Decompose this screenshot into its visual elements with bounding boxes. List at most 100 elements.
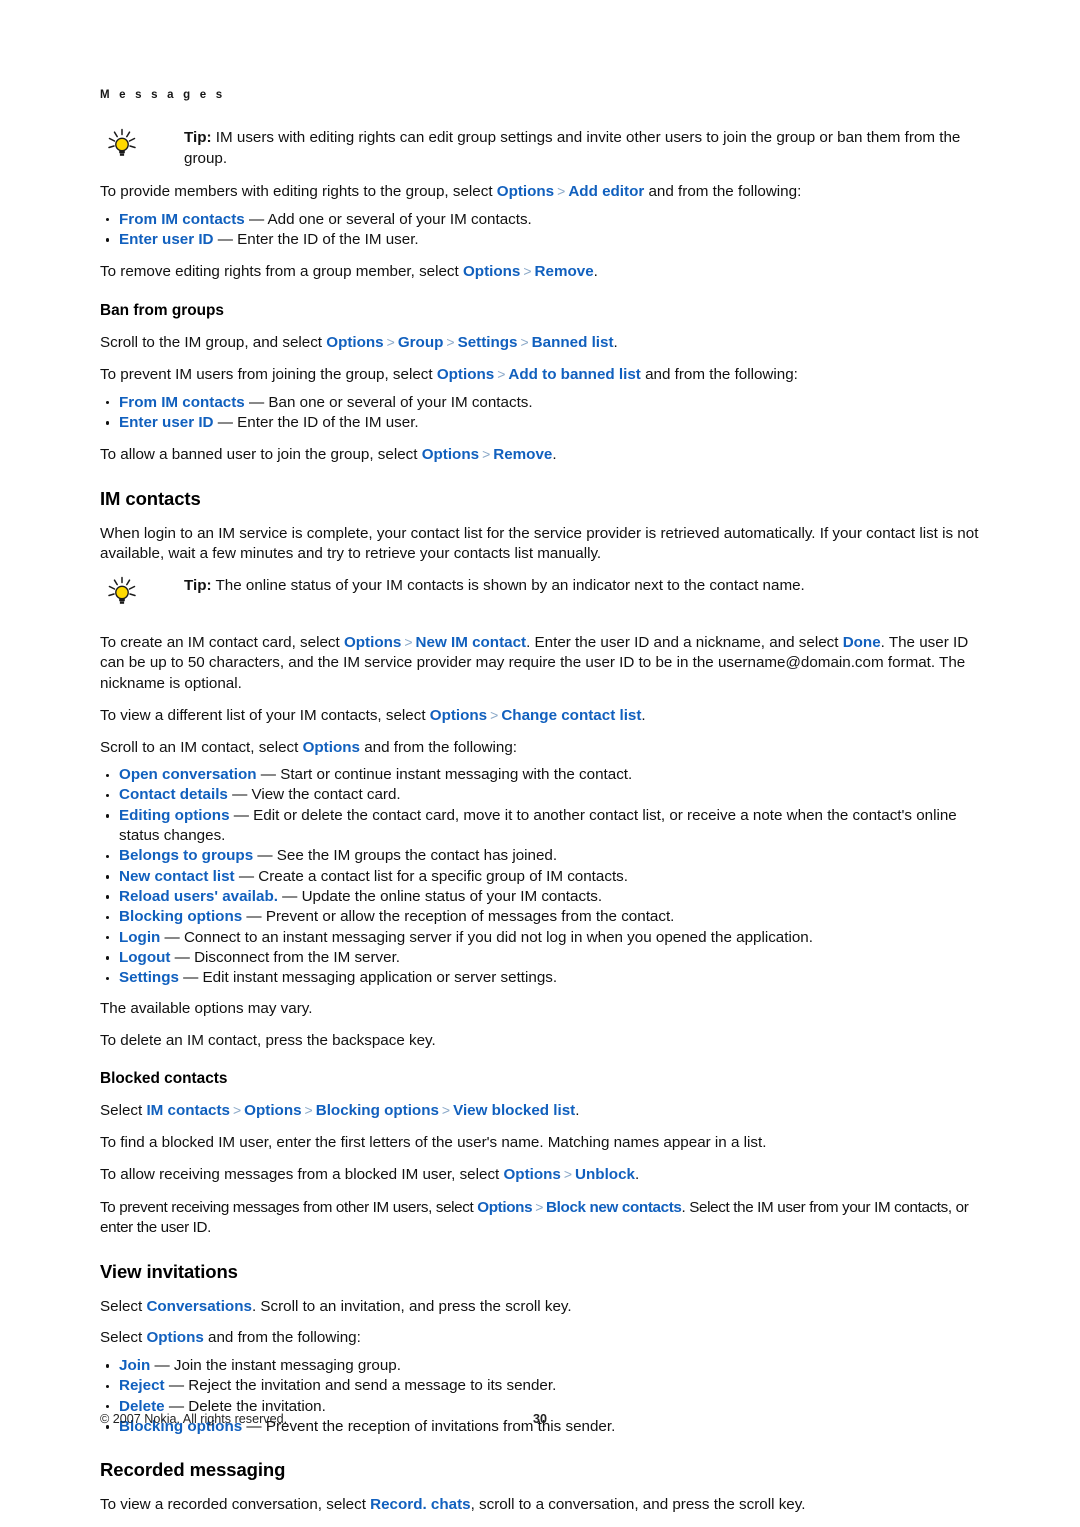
list-item-desc: — Edit instant messaging application or …	[178, 969, 558, 987]
ui-term-settings[interactable]: Settings	[458, 334, 518, 351]
ui-term-done[interactable]: Done	[843, 634, 881, 651]
page-number: 30	[532, 1412, 547, 1426]
list-item: From IM contacts — Add one or several of…	[100, 210, 980, 230]
ui-term-remove[interactable]: Remove	[493, 446, 552, 463]
text-fragment: . Enter the user ID and a nickname, and …	[526, 633, 843, 651]
ui-term-options[interactable]: Options	[477, 1199, 532, 1216]
ui-term-contact-details[interactable]: Contact details	[119, 786, 228, 803]
ui-term-from-im-contacts[interactable]: From IM contacts	[119, 394, 245, 411]
ui-term-open-conversation[interactable]: Open conversation	[119, 766, 257, 783]
list-item-desc: — Create a contact list for a specific g…	[234, 867, 628, 885]
ui-term-join[interactable]: Join	[119, 1357, 150, 1374]
paragraph-view-recorded-conversation: To view a recorded conversation, select …	[100, 1495, 980, 1516]
paragraph-select-options-invitations: Select Options and from the following:	[100, 1328, 980, 1349]
text-fragment: To prevent receiving messages from other…	[100, 1198, 478, 1216]
ui-term-login[interactable]: Login	[119, 929, 160, 946]
chevron-separator-icon: >	[446, 333, 455, 350]
list-item: Blocking options — Prevent or allow the …	[100, 907, 980, 927]
tip-body: The online status of your IM contacts is…	[211, 576, 805, 594]
text-fragment: .	[641, 707, 646, 725]
ui-term-view-blocked-list[interactable]: View blocked list	[453, 1102, 575, 1119]
ui-term-options[interactable]: Options	[344, 634, 401, 651]
ui-term-options[interactable]: Options	[503, 1166, 560, 1183]
text-fragment: .	[613, 333, 618, 351]
text-fragment: .	[634, 1166, 640, 1184]
ui-term-new-contact-list[interactable]: New contact list	[119, 868, 235, 885]
ui-term-conversations[interactable]: Conversations	[146, 1298, 252, 1315]
chevron-separator-icon: >	[386, 333, 395, 350]
list-item: New contact list — Create a contact list…	[100, 867, 980, 887]
ui-term-options[interactable]: Options	[497, 183, 554, 200]
ui-term-from-im-contacts[interactable]: From IM contacts	[119, 211, 245, 228]
ui-term-settings[interactable]: Settings	[119, 969, 179, 986]
ui-term-enter-user-id[interactable]: Enter user ID	[119, 231, 214, 248]
subheading-blocked-contacts: Blocked contacts	[100, 1070, 228, 1088]
text-fragment: To allow receiving messages from a block…	[100, 1166, 504, 1184]
tip-label: Tip:	[184, 129, 212, 146]
text-fragment: Select	[100, 1297, 147, 1315]
lightbulb-tip-icon	[103, 128, 143, 162]
chevron-separator-icon: >	[535, 1198, 544, 1215]
heading-im-contacts: IM contacts	[100, 487, 201, 509]
ui-term-add-to-banned-list[interactable]: Add to banned list	[508, 366, 640, 383]
ui-term-new-im-contact[interactable]: New IM contact	[416, 634, 527, 651]
ui-term-editing-options[interactable]: Editing options	[119, 807, 230, 824]
paragraph-scroll-to-im-contact: Scroll to an IM contact, select Options …	[100, 738, 980, 759]
text-fragment: To view a recorded conversation, select	[100, 1496, 371, 1514]
ui-term-blocking-options[interactable]: Blocking options	[316, 1102, 439, 1119]
ui-term-block-new-contacts[interactable]: Block new contacts	[546, 1199, 682, 1216]
ui-term-enter-user-id[interactable]: Enter user ID	[119, 414, 214, 431]
text-fragment: To create an IM contact card, select	[100, 633, 344, 651]
ui-term-record-chats[interactable]: Record. chats	[370, 1496, 470, 1513]
ui-term-group[interactable]: Group	[398, 334, 444, 351]
ui-term-options[interactable]: Options	[437, 366, 494, 383]
list-item: Enter user ID — Enter the ID of the IM u…	[100, 413, 980, 433]
list-item: Settings — Edit instant messaging applic…	[100, 968, 980, 988]
ui-term-banned-list[interactable]: Banned list	[532, 334, 614, 351]
list-item-desc: — See the IM groups the contact has join…	[253, 847, 558, 865]
chevron-separator-icon: >	[520, 333, 529, 350]
ui-term-options[interactable]: Options	[422, 446, 479, 463]
ui-term-options[interactable]: Options	[146, 1329, 203, 1346]
ui-term-options[interactable]: Options	[430, 707, 487, 724]
ui-term-change-contact-list[interactable]: Change contact list	[501, 707, 641, 724]
bullet-list-add-editor: From IM contacts — Add one or several of…	[100, 210, 980, 251]
chevron-separator-icon: >	[523, 263, 532, 280]
list-item: Contact details — View the contact card.	[100, 785, 980, 805]
paragraph-prevent-receiving-messages: To prevent receiving messages from other…	[100, 1197, 980, 1239]
chevron-separator-icon: >	[482, 446, 491, 463]
ui-term-add-editor[interactable]: Add editor	[568, 183, 644, 200]
ui-term-options[interactable]: Options	[244, 1102, 301, 1119]
text-fragment: Scroll to the IM group, and select	[100, 333, 327, 351]
page-footer: © 2007 Nokia. All rights reserved. 30	[100, 1410, 980, 1428]
ui-term-logout[interactable]: Logout	[119, 949, 170, 966]
text-fragment: Select	[100, 1102, 147, 1120]
chevron-separator-icon: >	[441, 1102, 451, 1119]
text-fragment: .	[575, 1102, 580, 1120]
manual-page: M e s s a g e s Tip: IM users with editi…	[0, 0, 1080, 1527]
text-fragment: and from the following:	[203, 1329, 361, 1347]
ui-term-reload-users-availab[interactable]: Reload users' availab.	[119, 888, 278, 905]
list-item-desc: — Disconnect from the IM server.	[170, 948, 401, 966]
list-item: Open conversation — Start or continue in…	[100, 765, 980, 785]
list-item-desc: — Connect to an instant messaging server…	[160, 928, 813, 946]
ui-term-reject[interactable]: Reject	[119, 1377, 165, 1394]
text-fragment: To allow a banned user to join the group…	[100, 446, 422, 464]
subheading-ban-from-groups: Ban from groups	[100, 301, 224, 319]
paragraph-im-contacts-intro: When login to an IM service is complete,…	[100, 524, 979, 563]
ui-term-options[interactable]: Options	[463, 263, 520, 280]
tip-label: Tip:	[184, 576, 212, 594]
paragraph-allow-banned-user: To allow a banned user to join the group…	[100, 444, 980, 466]
ui-term-options[interactable]: Options	[303, 739, 360, 756]
ui-term-options[interactable]: Options	[326, 334, 383, 351]
list-item: Logout — Disconnect from the IM server.	[100, 948, 980, 968]
ui-term-im-contacts[interactable]: IM contacts	[146, 1102, 230, 1119]
list-item-desc: — Reject the invitation and send a messa…	[164, 1377, 557, 1395]
ui-term-remove[interactable]: Remove	[535, 263, 594, 280]
ui-term-blocking-options[interactable]: Blocking options	[119, 908, 242, 925]
ui-term-belongs-to-groups[interactable]: Belongs to groups	[119, 847, 253, 864]
page-content: M e s s a g e s Tip: IM users with editi…	[100, 88, 980, 1527]
lightbulb-tip-icon	[103, 576, 143, 610]
text-fragment: and from the following:	[359, 738, 517, 756]
ui-term-unblock[interactable]: Unblock	[575, 1166, 635, 1183]
